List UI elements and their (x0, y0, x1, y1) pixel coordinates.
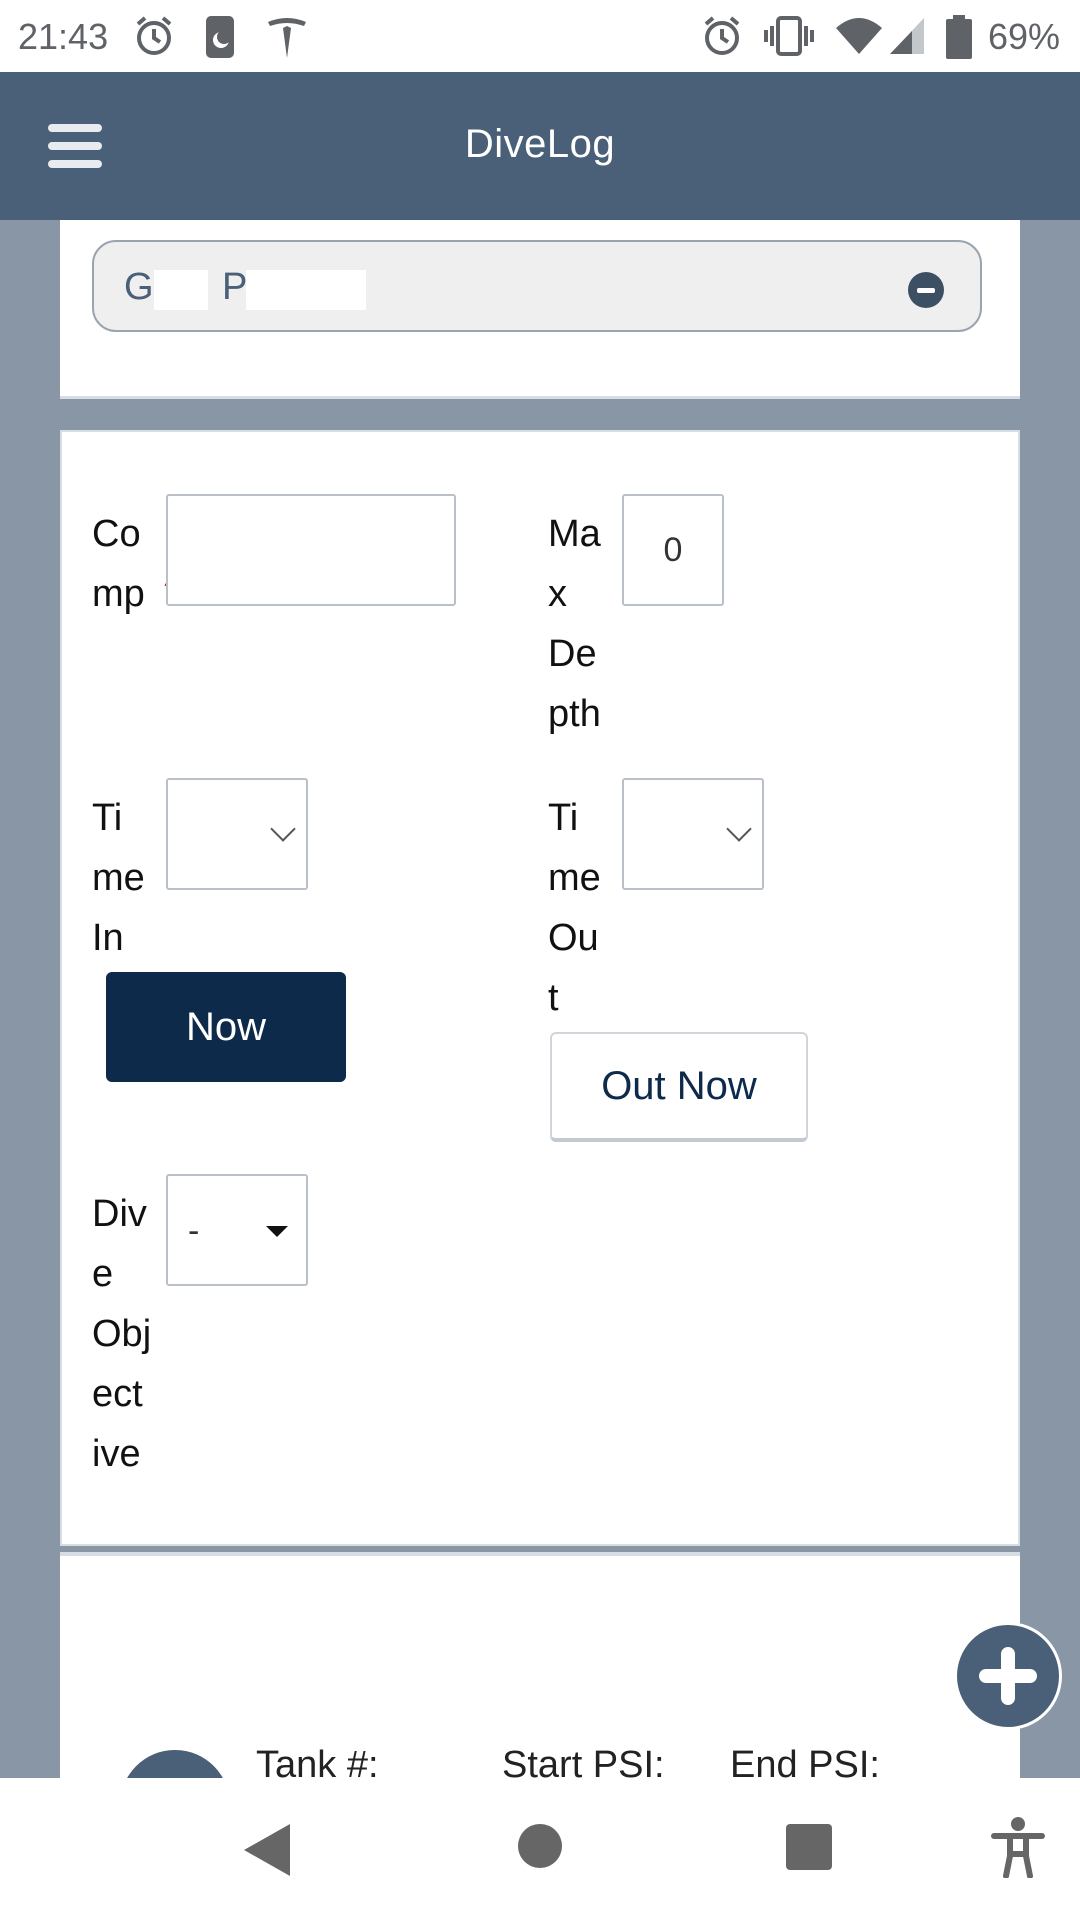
comp-label: Co mp (92, 513, 145, 615)
battery-percent: 69% (987, 16, 1060, 57)
diver-card: G P (60, 220, 1020, 399)
battery-icon (946, 15, 972, 59)
max-depth-label: Ma x De pth (548, 513, 601, 735)
home-icon[interactable] (518, 1824, 562, 1868)
time-in-label: Ti me In (92, 797, 145, 959)
time-out-label: Ti me Ou t (548, 797, 601, 1019)
chevron-down-icon (270, 816, 296, 842)
alarm-icon (704, 16, 740, 55)
diver-initial-last: P (222, 266, 248, 308)
signal-icon (890, 18, 924, 54)
back-icon[interactable] (244, 1824, 290, 1876)
time-out-now-button[interactable]: Out Now (550, 1032, 808, 1142)
alarm-icon (136, 16, 172, 55)
system-nav-bar (0, 1778, 1080, 1920)
redacted-first-name (154, 270, 208, 310)
status-time: 21:43 (18, 16, 109, 57)
redacted-last-name (246, 270, 366, 310)
tanks-card: Tank #: Start PSI: End PSI: (60, 1552, 1020, 1860)
chevron-down-icon (726, 816, 752, 842)
time-in-now-button[interactable]: Now (106, 972, 346, 1082)
time-out-select[interactable] (622, 778, 764, 890)
comp-input[interactable] (166, 494, 456, 606)
minus-circle-icon[interactable] (908, 272, 944, 308)
recents-icon[interactable] (786, 1824, 832, 1870)
add-tank-button[interactable] (954, 1622, 1062, 1730)
dive-objective-value: - (188, 1212, 200, 1250)
vibrate-icon (764, 16, 814, 56)
diver-chip[interactable]: G P (92, 240, 982, 332)
status-bar: 21:43 69% (0, 0, 1080, 72)
app-header: DiveLog (0, 72, 1080, 220)
do-not-disturb-icon (206, 16, 234, 58)
tesla-icon (268, 18, 306, 58)
accessibility-icon[interactable] (990, 1816, 1046, 1878)
dive-objective-label: Div e Obj ect ive (92, 1193, 152, 1475)
caret-down-icon (266, 1226, 288, 1237)
diver-initial-first: G (124, 266, 154, 308)
dive-form-card: Co mp * Ma x De pth Ti me In Now Ti me O… (60, 430, 1020, 1546)
dive-objective-select[interactable]: - (166, 1174, 308, 1286)
wifi-icon (836, 18, 882, 54)
time-in-select[interactable] (166, 778, 308, 890)
app-title: DiveLog (464, 122, 616, 166)
max-depth-input[interactable] (622, 494, 724, 606)
